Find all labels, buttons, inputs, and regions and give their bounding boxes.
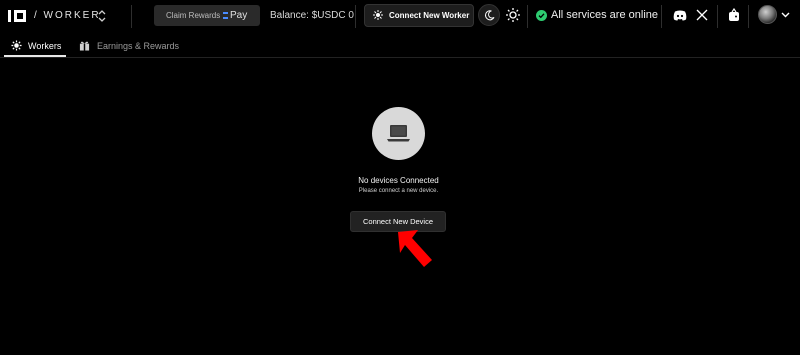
- user-avatar[interactable]: [758, 5, 777, 24]
- sun-icon[interactable]: [504, 6, 522, 24]
- divider: [717, 5, 718, 28]
- top-navigation-bar: / WORKER Claim Rewards Pay Balance: $USD…: [0, 0, 800, 33]
- product-name: / WORKER: [34, 10, 101, 21]
- laptop-icon: [387, 125, 410, 142]
- pay-mark-icon: [223, 12, 228, 19]
- io-logo[interactable]: [8, 8, 28, 24]
- tabs-divider: [0, 57, 800, 58]
- dark-mode-button[interactable]: [478, 4, 500, 26]
- wallet-icon[interactable]: [728, 8, 740, 22]
- claim-rewards-label: Claim Rewards: [166, 11, 221, 20]
- gift-icon: [79, 41, 90, 51]
- service-status-text: All services are online: [551, 9, 658, 21]
- divider: [661, 5, 662, 28]
- gear-icon: [11, 40, 22, 51]
- empty-state-subtitle: Please connect a new device.: [358, 188, 439, 194]
- empty-state-title: No devices Connected: [358, 176, 439, 185]
- x-twitter-icon[interactable]: [696, 9, 708, 21]
- tab-earnings-rewards[interactable]: Earnings & Rewards: [97, 41, 179, 51]
- balance-text: Balance: $USDC 0: [270, 10, 354, 21]
- chevron-up-down-icon[interactable]: [96, 9, 108, 23]
- divider: [131, 5, 132, 28]
- divider: [748, 5, 749, 28]
- pay-label: Pay: [230, 10, 248, 21]
- pay-logo: Pay: [223, 10, 247, 21]
- plug-icon: [373, 10, 383, 20]
- red-arrow-annotation: [398, 230, 432, 267]
- moon-icon: [485, 10, 495, 21]
- divider: [527, 5, 528, 28]
- tab-workers-label: Workers: [28, 41, 62, 51]
- status-check-icon: [536, 10, 547, 21]
- divider: [355, 5, 356, 28]
- chevron-down-icon[interactable]: [781, 11, 790, 18]
- connect-new-worker-label: Connect New Worker: [389, 11, 470, 20]
- discord-icon[interactable]: [673, 10, 687, 21]
